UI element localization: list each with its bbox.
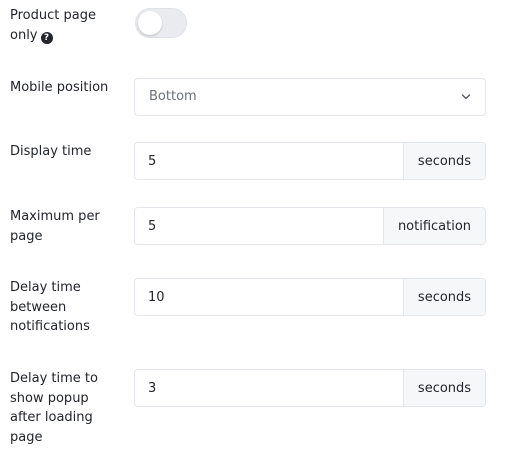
delay-between-input[interactable] [135,279,403,315]
display-time-label: Display time [10,144,92,159]
maximum-per-page-unit: notification [383,208,485,244]
mobile-position-select[interactable]: Bottom [134,78,486,116]
delay-between-group: seconds [134,278,486,316]
maximum-per-page-input[interactable] [135,208,383,244]
delay-after-loading-label: Delay time to show popup after loading p… [10,371,98,445]
product-page-only-label: Product page only? [10,6,120,45]
question-circle-icon[interactable]: ? [40,31,53,44]
maximum-per-page-label: Maximum per page [10,209,100,244]
product-page-only-toggle[interactable] [135,8,187,38]
delay-after-loading-group: seconds [134,369,486,407]
delay-after-loading-unit: seconds [403,370,485,406]
toggle-knob [138,11,162,35]
product-page-only-text: Product page only [10,8,96,43]
display-time-input[interactable] [135,143,403,179]
display-time-group: seconds [134,142,486,180]
mobile-position-value: Bottom [149,89,197,104]
delay-after-loading-input[interactable] [135,370,403,406]
display-time-unit: seconds [403,143,485,179]
chevron-down-icon [461,94,471,100]
mobile-position-label: Mobile position [10,80,109,95]
maximum-per-page-group: notification [134,207,486,245]
delay-between-label: Delay time between notifications [10,280,90,334]
delay-between-unit: seconds [403,279,485,315]
